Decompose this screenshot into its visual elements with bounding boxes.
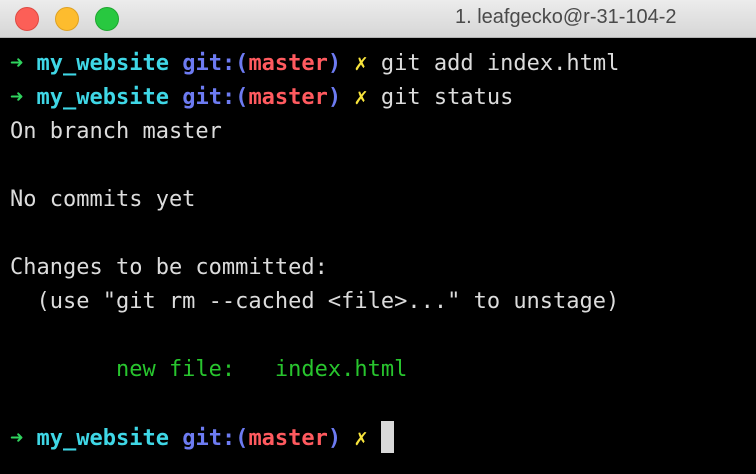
window-title: 1. leafgecko@r-31-104-2 <box>455 6 677 28</box>
text-cursor[interactable] <box>380 421 394 453</box>
prompt-arrow-icon: ➜ <box>10 51 24 76</box>
prompt-branch: master <box>248 51 328 76</box>
prompt-directory: my_website <box>36 51 169 76</box>
output-unstage-hint: (use "git rm --cached <file>..." to unst… <box>10 289 620 314</box>
prompt-directory: my_website <box>36 85 169 110</box>
staged-file-name: index.html <box>274 357 408 382</box>
terminal-output[interactable]: ➜ my_website git:(master) ✗ git add inde… <box>10 47 619 455</box>
command-text: git status <box>380 85 514 110</box>
minimize-icon[interactable] <box>55 7 79 31</box>
zoom-icon[interactable] <box>95 7 119 31</box>
prompt-git-prefix: git:( <box>182 51 249 76</box>
output-changes-header: Changes to be committed: <box>10 255 328 280</box>
prompt-git-suffix: ) <box>327 85 342 110</box>
prompt-git-suffix: ) <box>327 51 342 76</box>
prompt-line-2: ➜ my_website git:(master) ✗ git status <box>10 81 619 115</box>
prompt-arrow-icon: ➜ <box>10 85 24 110</box>
prompt-git-prefix: git:( <box>182 426 249 451</box>
dirty-marker-icon: ✗ <box>354 51 368 76</box>
terminal-window: 1. leafgecko@r-31-104-2 ➜ my_website git… <box>0 0 756 474</box>
dirty-marker-icon: ✗ <box>354 426 368 451</box>
output-commits-line: No commits yet <box>10 187 196 212</box>
prompt-line-current[interactable]: ➜ my_website git:(master) ✗ <box>10 421 619 455</box>
new-file-label: new file: <box>10 357 275 382</box>
prompt-directory: my_website <box>36 426 169 451</box>
prompt-line-1: ➜ my_website git:(master) ✗ git add inde… <box>10 47 619 81</box>
prompt-branch: master <box>248 426 328 451</box>
prompt-arrow-icon: ➜ <box>10 426 24 451</box>
prompt-branch: master <box>248 85 328 110</box>
prompt-git-suffix: ) <box>327 426 342 451</box>
close-icon[interactable] <box>15 7 39 31</box>
command-text: git add index.html <box>380 51 620 76</box>
prompt-git-prefix: git:( <box>182 85 249 110</box>
staged-file-line: new file: index.html <box>10 353 619 387</box>
dirty-marker-icon: ✗ <box>354 85 368 110</box>
output-branch-line: On branch master <box>10 119 222 144</box>
title-bar[interactable]: 1. leafgecko@r-31-104-2 <box>0 0 756 38</box>
